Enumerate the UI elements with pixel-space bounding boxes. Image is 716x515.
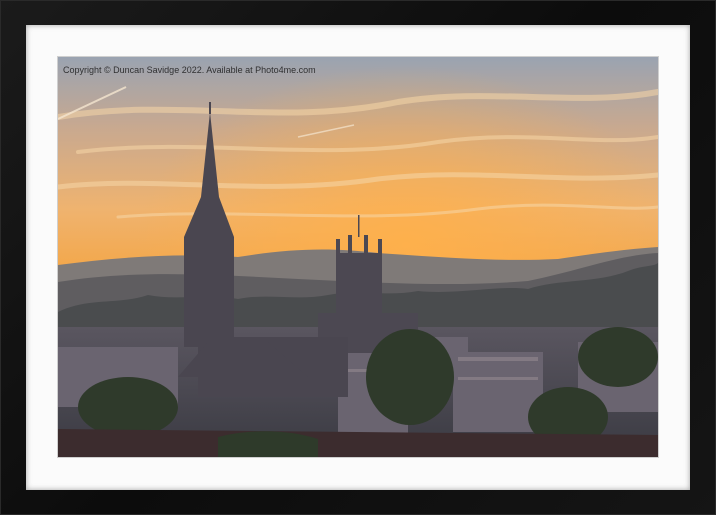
copyright-watermark: Copyright © Duncan Savidge 2022. Availab… (63, 65, 316, 75)
sunset-skyline-image (58, 57, 658, 457)
framed-photograph (58, 57, 658, 457)
